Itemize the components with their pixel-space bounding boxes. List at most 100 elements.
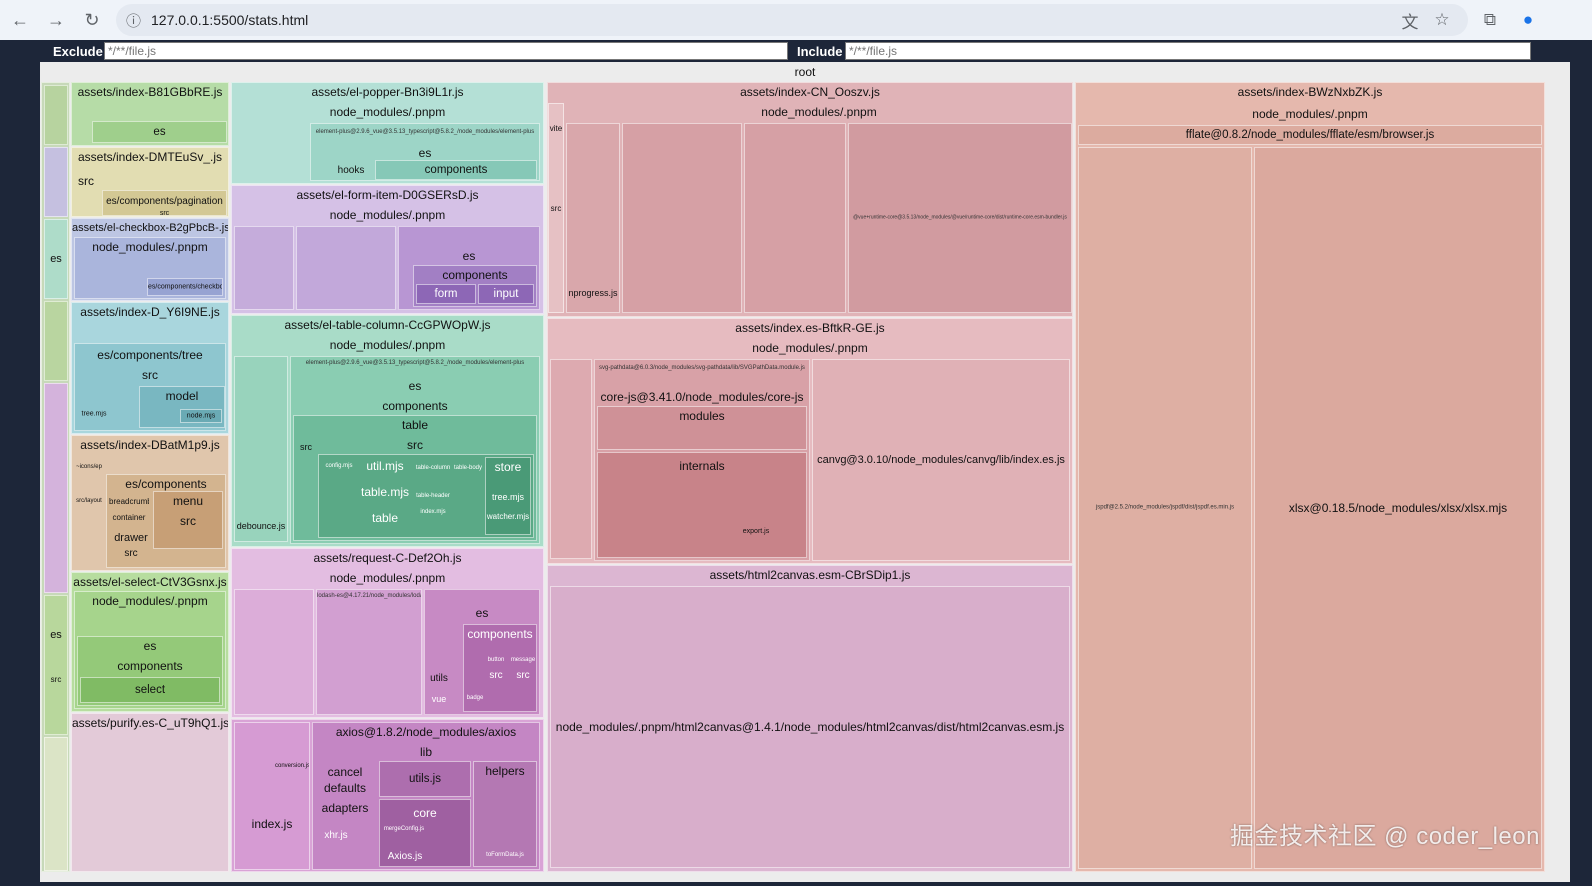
chunk-el-form-item[interactable]: assets/el-form-item-D0GSERsD.js node_mod… — [231, 185, 544, 314]
node-checkbox[interactable]: es/components/checkbox — [147, 278, 223, 296]
node-components[interactable]: es/components breadcrumb container menu … — [106, 474, 226, 568]
node-pnpm[interactable]: node_modules/.pnpm es/components/checkbo… — [74, 237, 226, 299]
chunk-index-es[interactable]: assets/index.es-BftkR-GE.js node_modules… — [547, 318, 1073, 564]
node-label: helpers — [485, 764, 525, 778]
chunk-index-dmt[interactable]: assets/index-DMTEuSv_.js src es/componen… — [71, 147, 229, 217]
node-components[interactable]: components button message src src badge — [463, 624, 537, 712]
node-label: ~icons/ep — [76, 464, 102, 470]
chunk-index-b81[interactable]: assets/index-B81GBbRE.js es — [71, 82, 229, 146]
site-info-icon[interactable]: ⓘ — [126, 10, 141, 31]
node-canvg[interactable]: canvg@3.0.10/node_modules/canvg/lib/inde… — [812, 359, 1070, 561]
node-element-plus[interactable]: element-plus@2.9.6_vue@3.5.13_typescript… — [290, 356, 540, 544]
chunk-axios-lib[interactable]: index.js conversion.js axios@1.8.2/node_… — [231, 719, 544, 872]
address-bar[interactable]: ⓘ 127.0.0.1:5500/stats.html — [116, 4, 1468, 36]
node-form[interactable]: form — [416, 284, 476, 304]
chunk-node[interactable] — [44, 383, 68, 593]
node-pnpm[interactable]: node_modules/.pnpm es components select — [74, 591, 226, 709]
chunk-el-table-column[interactable]: assets/el-table-column-CcGPWOpW.js node_… — [231, 315, 544, 547]
node-label: components — [442, 268, 508, 282]
node-es[interactable]: es — [92, 121, 227, 143]
node-misc[interactable]: index.js conversion.js — [234, 722, 310, 870]
node-element-plus[interactable]: es utils vue components button message s… — [424, 589, 540, 715]
node-node-mjs[interactable]: node.mjs — [180, 409, 222, 423]
node-store[interactable]: store tree.mjs watcher.mjs — [485, 457, 531, 535]
chunk-node[interactable] — [44, 301, 68, 381]
chunk-node[interactable]: es — [44, 219, 68, 299]
node-select[interactable]: select — [80, 677, 220, 703]
node-jspdf[interactable]: jspdf@2.5.2/node_modules/jspdf/dist/jspd… — [1078, 147, 1252, 869]
node-vue-runtime[interactable]: @vue+runtime-core@3.5.13/node_modules/@v… — [848, 123, 1072, 313]
chunk-index-dbat[interactable]: assets/index-DBatM1p9.js ~icons/ep src/l… — [71, 435, 229, 571]
node-model[interactable]: model node.mjs — [139, 386, 225, 428]
node-table[interactable]: table src src config.mjs util.mjs table.… — [293, 415, 537, 541]
node-html2canvas[interactable]: node_modules/.pnpm/html2canvas@1.4.1/nod… — [550, 586, 1070, 868]
url-text[interactable]: 127.0.0.1:5500/stats.html — [151, 12, 308, 28]
bookmark-star-icon[interactable]: ☆ — [1426, 4, 1458, 36]
forward-icon[interactable]: → — [40, 4, 72, 36]
chunk-html2canvas[interactable]: assets/html2canvas.esm-CBrSDip1.js node_… — [547, 565, 1073, 872]
node-tree[interactable]: es/components/tree src model node.mjs tr… — [74, 343, 226, 431]
chunk-node[interactable] — [44, 85, 68, 145]
chunk-purify[interactable]: assets/purify.es-C_uT9hQ1.js — [71, 713, 229, 872]
chunk-index-cn[interactable]: assets/index-CN_Ooszv.js vite src node_m… — [547, 82, 1073, 317]
node-lodash[interactable]: lodash-es@4.17.21/node_modules/lodash-es — [316, 589, 422, 715]
node-es[interactable]: es components select — [77, 636, 223, 706]
node-misc[interactable]: nprogress.js — [566, 123, 620, 313]
chunk-el-popper[interactable]: assets/el-popper-Bn3i9L1r.js node_module… — [231, 82, 544, 184]
node-label: src — [142, 368, 158, 382]
node-modules[interactable]: modules — [597, 406, 807, 450]
node-helpers[interactable]: helpers toFormData.js — [473, 761, 537, 867]
node-fflate[interactable]: fflate@0.8.2/node_modules/fflate/esm/bro… — [1078, 125, 1542, 145]
node-element-plus[interactable]: element-plus@2.9.6_vue@3.5.13_typescript… — [310, 123, 540, 181]
reload-icon[interactable]: ↻ — [76, 4, 108, 36]
node-input[interactable]: input — [478, 284, 534, 304]
profile-icon[interactable]: ● — [1512, 4, 1544, 36]
node-utils[interactable]: utils.js — [379, 761, 471, 797]
treemap: root es es src assets/index-B81GBbRE.js … — [40, 62, 1570, 882]
exclude-input[interactable] — [104, 42, 788, 60]
node-misc[interactable] — [234, 226, 294, 310]
node-xlsx[interactable]: xlsx@0.18.5/node_modules/xlsx/xlsx.mjs — [1254, 147, 1542, 869]
chunk-el-select[interactable]: assets/el-select-CtV3Gsnx.js node_module… — [71, 572, 229, 712]
node-internals[interactable]: internals export.js — [597, 452, 807, 558]
chunk-label: src — [50, 675, 62, 684]
chunk-index-y6[interactable]: assets/index-D_Y6I9NE.js es/components/t… — [71, 302, 229, 434]
back-icon[interactable]: ← — [4, 4, 36, 36]
chunk-title: assets/index-CN_Ooszv.js — [740, 85, 880, 99]
node-label: components — [467, 627, 533, 641]
node-lodash[interactable]: debounce.js — [234, 356, 288, 542]
node-misc[interactable] — [622, 123, 742, 313]
node-misc[interactable] — [744, 123, 846, 313]
node-components[interactable]: components — [375, 160, 537, 180]
node-label: input — [493, 288, 519, 300]
extensions-icon[interactable]: ⧉ — [1474, 4, 1506, 36]
node-src[interactable]: config.mjs util.mjs table.mjs table tabl… — [318, 454, 534, 538]
chunk-el-checkbox[interactable]: assets/el-checkbox-B2gPbcB-.js node_modu… — [71, 218, 229, 301]
node-svg-core[interactable]: svg-pathdata@6.0.3/node_modules/svg-path… — [594, 359, 810, 561]
treemap-root-label[interactable]: root — [40, 63, 1570, 81]
node-label: node_modules/.pnpm — [752, 341, 868, 355]
node-element-plus[interactable]: es components form input — [398, 226, 540, 310]
node-axios[interactable]: axios@1.8.2/node_modules/axios lib cance… — [312, 722, 540, 870]
chunk-node[interactable] — [44, 737, 68, 871]
node-core[interactable]: core mergeConfig.js Axios.js — [379, 799, 471, 867]
small-chunks-strip[interactable]: es es src — [41, 82, 70, 872]
node-components[interactable]: components form input — [413, 265, 537, 307]
node-misc[interactable] — [296, 226, 396, 310]
chunk-node[interactable]: es src — [44, 595, 68, 735]
chunk-title: assets/purify.es-C_uT9hQ1.js — [72, 716, 228, 730]
translate-icon[interactable]: 文 — [1394, 4, 1426, 36]
chunk-node[interactable] — [44, 147, 68, 217]
chunk-index-bwz[interactable]: assets/index-BWzNxbZK.js node_modules/.p… — [1075, 82, 1545, 872]
node-label: node_modules/.pnpm — [92, 594, 208, 608]
node-misc[interactable] — [550, 359, 592, 559]
node-label: table — [371, 511, 399, 525]
chunk-request[interactable]: assets/request-C-Def2Oh.js node_modules/… — [231, 548, 544, 718]
node-vite[interactable]: vite src — [548, 103, 564, 313]
node-menu[interactable]: menu src — [153, 491, 223, 549]
node-label: src — [550, 204, 562, 213]
node-misc[interactable] — [234, 589, 314, 715]
node-pagination[interactable]: es/components/pagination src — [102, 190, 227, 216]
include-input[interactable] — [845, 42, 1531, 60]
node-label: util.mjs — [366, 459, 404, 473]
